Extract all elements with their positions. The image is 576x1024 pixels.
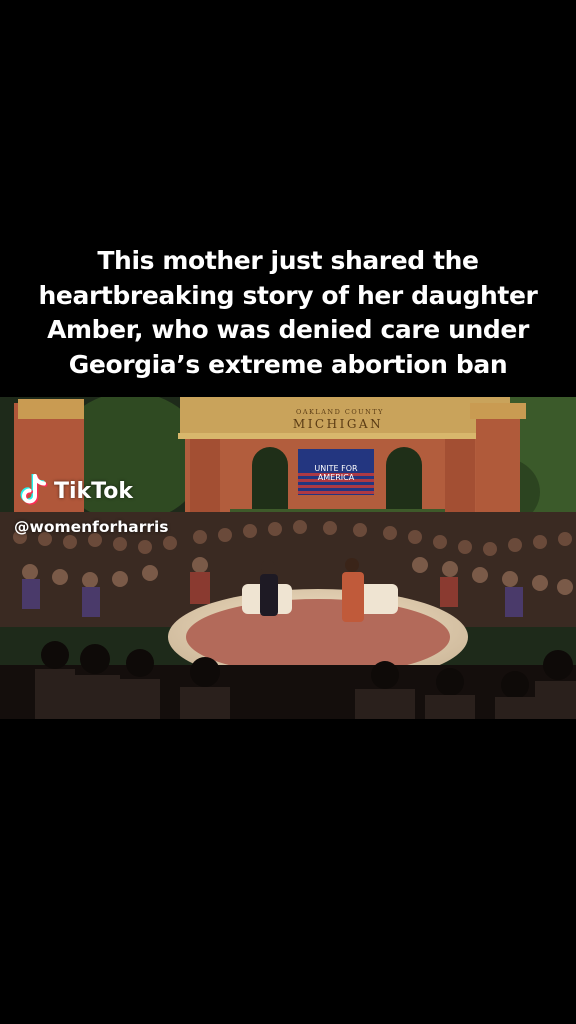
speaker-right [342,572,364,622]
sign-county: OAKLAND COUNTY [296,408,384,416]
caption-line-4: Georgia’s extreme abortion ban [68,349,508,379]
caption-text: This mother just shared the heartbreakin… [0,244,576,382]
video-frame[interactable]: OAKLAND COUNTY MICHIGAN UNITE FOR AMERIC… [0,397,576,719]
caption-line-2: heartbreaking story of her daughter [38,280,538,310]
tiktok-watermark: TikTok [18,471,133,511]
sign-state: MICHIGAN [293,417,383,431]
town-hall-scene: OAKLAND COUNTY MICHIGAN UNITE FOR AMERIC… [0,397,576,719]
speaker-left [260,574,278,616]
caption-line-1: This mother just shared the [97,246,479,275]
tiktok-logo-icon [20,474,48,505]
screen-line-1: UNITE FOR [314,464,358,473]
screen-line-2: AMERICA [318,473,355,482]
caption-line-3: Amber, who was denied care under [47,315,529,344]
stage-carpet [186,599,450,675]
creator-handle[interactable]: @womenforharris [14,518,169,536]
tiktok-brand-text: TikTok [54,478,134,504]
